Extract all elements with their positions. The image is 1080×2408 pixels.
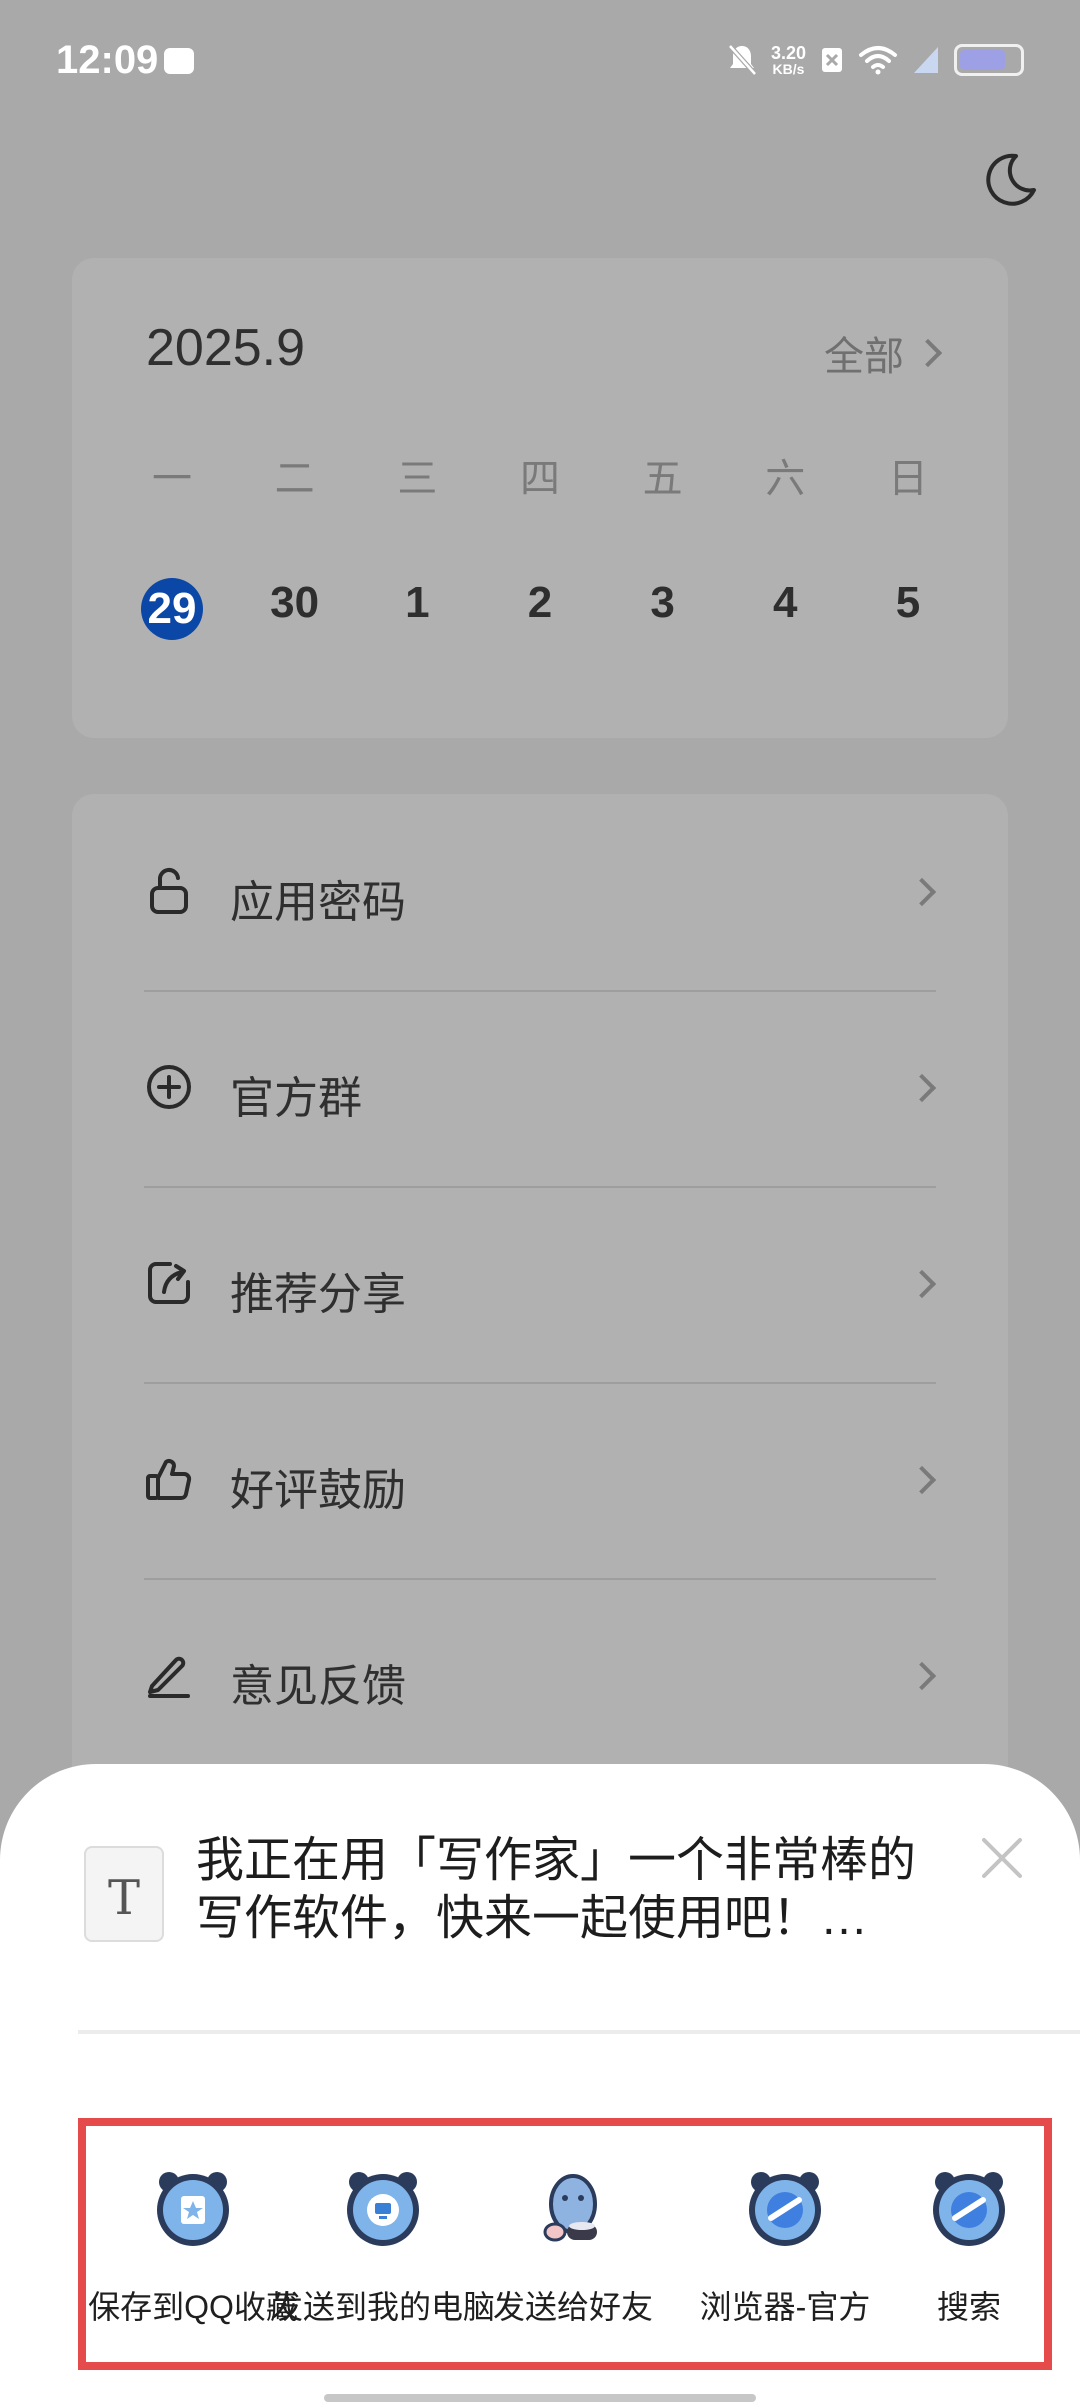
settings-menu-card: 应用密码 官方群 推荐分享 好评鼓励 意见反馈 — [72, 794, 1008, 1794]
status-time: 12:09 — [56, 38, 159, 82]
share-preview-text: 我正在用「写作家」一个非常棒的写作软件，快来一起使用吧！… — [196, 1834, 917, 1945]
menu-item-official-group[interactable]: 官方群 — [144, 990, 937, 1188]
calendar-card: 2025.9 全部 一 二 三 四 五 六 日 29 30 1 2 3 4 5 — [72, 258, 1008, 738]
network-speed-unit: KB/s — [772, 61, 805, 77]
calendar-all-label: 全部 — [824, 335, 904, 379]
menu-item-recommend-share[interactable]: 推荐分享 — [144, 1186, 937, 1384]
status-bar: 12:09 3.20 KB/s — [0, 0, 1080, 120]
share-target-label: 搜索 — [936, 2289, 1001, 2325]
menu-item-label: 好评鼓励 — [230, 1466, 406, 1515]
qq-computer-icon — [347, 2172, 419, 2246]
menu-item-app-password[interactable]: 应用密码 — [144, 794, 937, 992]
chevron-right-icon — [913, 338, 943, 368]
wifi-icon — [859, 46, 897, 75]
weekday-label: 六 — [765, 457, 806, 501]
menu-item-label: 应用密码 — [230, 878, 406, 927]
share-target-browser[interactable]: 浏览器-官方 — [678, 2126, 892, 2362]
calendar-date-today[interactable]: 29 — [141, 578, 203, 640]
calendar-date[interactable]: 1 — [375, 578, 459, 640]
share-target-my-computer[interactable]: 发送到我的电脑 — [271, 2126, 495, 2362]
weekday-label: 四 — [519, 457, 560, 501]
menu-item-label: 官方群 — [230, 1074, 362, 1123]
chevron-right-icon — [907, 1661, 937, 1691]
battery-icon — [954, 44, 1024, 76]
notification-message-icon — [164, 48, 194, 74]
signal-icon — [914, 47, 938, 73]
chevron-right-icon — [907, 1269, 937, 1299]
search-icon — [933, 2172, 1005, 2246]
qq-friend-icon — [543, 2174, 597, 2242]
calendar-all-link[interactable]: 全部 — [824, 324, 943, 382]
share-icon — [148, 1262, 190, 1304]
calendar-date[interactable]: 2 — [498, 578, 582, 640]
weekday-label: 日 — [887, 457, 928, 501]
share-targets-row: 保存到QQ收藏 发送到我的电脑 发送给好友 浏览器-官方 搜索 — [78, 2118, 1052, 2370]
close-icon[interactable] — [978, 1834, 1026, 1882]
unlock-icon — [150, 868, 188, 914]
menu-item-feedback[interactable]: 意见反馈 — [144, 1578, 937, 1774]
share-target-qq-favorites[interactable]: 保存到QQ收藏 — [86, 2126, 300, 2362]
chevron-right-icon — [907, 1465, 937, 1495]
weekday-label: 二 — [274, 457, 315, 501]
document-icon-letter: T — [107, 1870, 140, 1926]
chevron-right-icon — [907, 1073, 937, 1103]
mute-bell-icon — [728, 44, 757, 76]
menu-item-label: 推荐分享 — [230, 1270, 406, 1319]
sim-off-icon — [822, 48, 842, 72]
share-target-friend[interactable]: 发送给好友 — [466, 2126, 680, 2362]
menu-item-good-review[interactable]: 好评鼓励 — [144, 1382, 937, 1580]
weekday-label: 一 — [152, 457, 192, 501]
divider — [78, 2030, 1080, 2034]
qq-favorites-icon — [157, 2172, 229, 2246]
thumbs-up-icon — [146, 1459, 192, 1500]
calendar-month-title: 2025.9 — [146, 319, 306, 377]
add-circle-icon — [147, 1065, 191, 1109]
weekday-label: 五 — [642, 457, 683, 501]
calendar-date[interactable]: 3 — [621, 578, 705, 640]
calendar-date[interactable]: 30 — [253, 578, 337, 640]
calendar-date[interactable]: 4 — [743, 578, 827, 640]
weekday-label: 三 — [397, 457, 438, 501]
calendar-date[interactable]: 5 — [866, 578, 950, 640]
share-bottom-sheet: T 我正在用「写作家」一个非常棒的写作软件，快来一起使用吧！… 保存到QQ收藏 — [0, 1764, 1080, 2408]
menu-item-label: 意见反馈 — [230, 1662, 406, 1711]
moon-icon[interactable] — [980, 150, 1040, 210]
network-speed: 3.20 KB/s — [771, 44, 806, 76]
chevron-right-icon — [907, 877, 937, 907]
status-icons: 3.20 KB/s — [727, 38, 1024, 82]
calendar-weekdays: 一 二 三 四 五 六 日 — [130, 446, 950, 504]
edit-icon — [148, 1656, 190, 1698]
document-icon: T — [84, 1846, 164, 1942]
network-speed-value: 3.20 — [770, 43, 806, 63]
browser-icon — [749, 2172, 821, 2246]
share-target-search[interactable]: 搜索 — [862, 2126, 1076, 2362]
home-indicator[interactable] — [324, 2394, 756, 2402]
calendar-dates: 29 30 1 2 3 4 5 — [130, 578, 950, 640]
